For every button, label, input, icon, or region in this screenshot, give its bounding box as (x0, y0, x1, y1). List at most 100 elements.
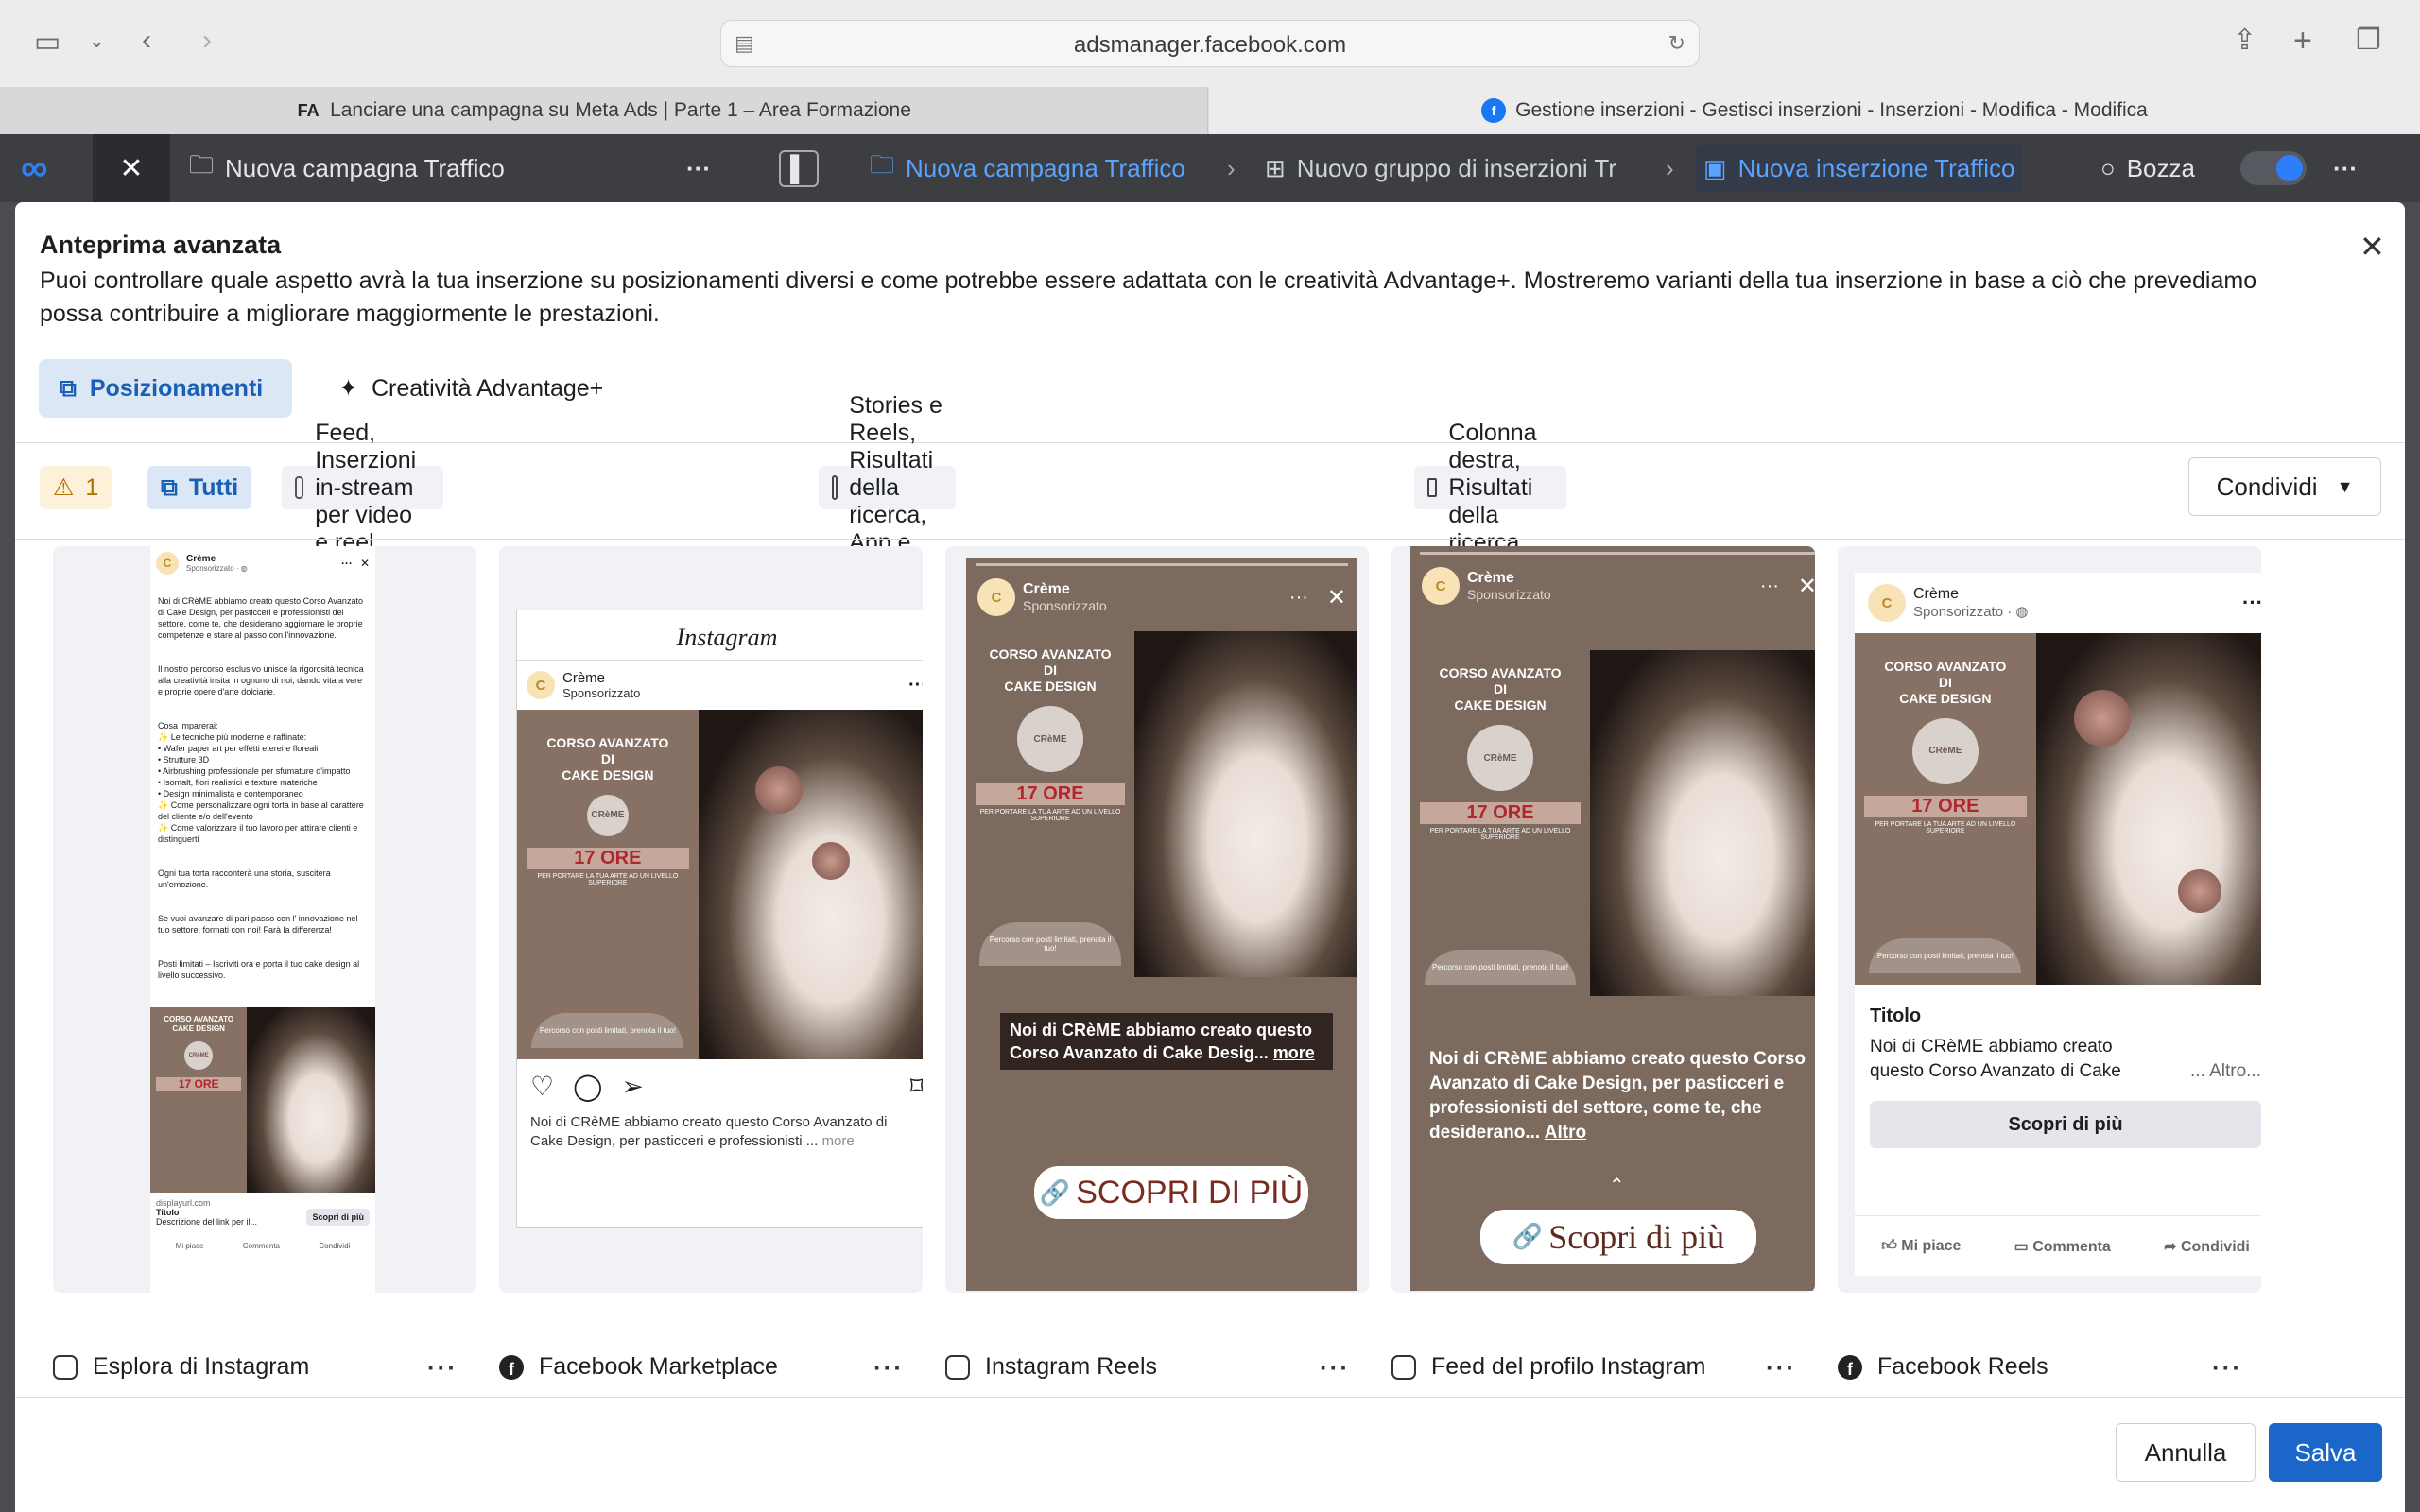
creative-hours: 17 ORE (1864, 795, 2027, 817)
comment-icon[interactable]: ◯ (573, 1071, 602, 1102)
share-button[interactable]: Condividi (319, 1242, 350, 1250)
chevron-right-icon: › (1227, 153, 1236, 182)
panel-toggle-icon[interactable]: ▌ (779, 134, 820, 202)
sparkle-icon: ✦ (338, 375, 358, 402)
more-link[interactable]: Altro (1545, 1123, 1586, 1143)
warning-filter-chip[interactable]: ⚠ 1 (40, 466, 112, 509)
campaign-name-left[interactable]: 🗀 Nuova campagna Traffico (189, 134, 505, 202)
like-label: Mi piace (1901, 1238, 1962, 1254)
more-link[interactable]: ... Altro... (2190, 1059, 2261, 1084)
tab-advantage-creative[interactable]: ✦ Creatività Advantage+ (318, 359, 624, 418)
close-icon[interactable]: ✕ (1327, 584, 1346, 611)
more-options-icon[interactable]: ··· (908, 675, 923, 696)
more-options-icon[interactable]: ··· (2242, 591, 2261, 615)
tab-placements[interactable]: ⧉ Posizionamenti (39, 359, 292, 418)
draft-circle-icon: ○ (2100, 153, 2116, 182)
tab-overview-icon[interactable]: ❐ (2356, 26, 2381, 55)
send-icon[interactable]: ➢ (621, 1071, 643, 1102)
creative-title: CORSO AVANZATO (546, 734, 669, 750)
publish-toggle[interactable] (2240, 134, 2307, 202)
breadcrumb-campaign[interactable]: 🗀 Nuova campagna Traffico (870, 134, 1185, 202)
tab-area-formazione[interactable]: FA Lanciare una campagna su Meta Ads | P… (0, 87, 1208, 134)
close-editor-button[interactable]: ✕ (93, 134, 170, 202)
more-options-icon[interactable]: ··· (1766, 1353, 1796, 1383)
new-tab-icon[interactable]: + (2293, 25, 2312, 57)
filter-all-chip[interactable]: ⧉ Tutti (147, 466, 252, 509)
more-options-icon[interactable]: ··· (2212, 1353, 2242, 1383)
creative-title: DI (1938, 674, 1952, 690)
ad-icon: ▣ (1703, 153, 1727, 182)
page-name: Crème (562, 670, 606, 686)
preview-card-instagram-reels[interactable]: C Crème Sponsorizzato ··· ✕ CORSO AVANZA… (945, 546, 1369, 1293)
address-bar[interactable]: ▤ adsmanager.facebook.com ↻ (720, 20, 1700, 67)
modal-description: Puoi controllare quale aspetto avrà la t… (40, 267, 2257, 327)
more-options-icon[interactable]: ··· (1760, 576, 1779, 597)
preview-card-instagram-explore[interactable]: C Crème Sponsorizzato · ◍ ··· ✕ Noi di C… (53, 546, 476, 1293)
forward-icon[interactable]: › (202, 26, 212, 55)
creative-title: CORSO AVANZATO (164, 1015, 234, 1023)
comment-button[interactable]: ▭ Commenta (2014, 1237, 2111, 1256)
creme-logo: CRèME (1467, 725, 1534, 791)
preview-card-instagram-profile-feed[interactable]: C Crème Sponsorizzato ··· ✕ CORSO AVANZA… (1392, 546, 1815, 1293)
placement-label-text: Feed del profilo Instagram (1431, 1353, 1706, 1380)
cta-button[interactable]: 🔗 SCOPRI DI PIÙ (1034, 1166, 1308, 1219)
tab-label: Lanciare una campagna su Meta Ads | Part… (330, 99, 911, 121)
comment-button[interactable]: Commenta (243, 1242, 280, 1250)
breadcrumb-ad[interactable]: ▣ Nuova inserzione Traffico (1696, 145, 2023, 192)
filter-stories-chip[interactable]: Stories e Reels, Risultati della ricerca… (819, 392, 956, 583)
sponsored-label: Sponsorizzato · ◍ (1913, 604, 2029, 620)
more-options-icon[interactable]: ··· (686, 134, 711, 202)
more-options-icon[interactable]: ··· (341, 557, 353, 570)
sidebar-toggle-icon[interactable]: ▭ (34, 28, 60, 57)
phone-icon (832, 475, 838, 500)
ad-creative-image: CORSO AVANZATO DI CAKE DESIGN CRèME 17 ORE… (1410, 650, 1815, 996)
tab-gestione-inserzioni[interactable]: f Gestione inserzioni - Gestisci inserzi… (1209, 87, 2420, 134)
close-icon[interactable]: ✕ (360, 557, 370, 570)
post-paragraph: Cosa imparerai: ✨ Le tecniche più modern… (158, 721, 364, 844)
cta-button[interactable]: Scopri di più (1870, 1101, 2261, 1148)
ad-creative-image: CORSO AVANZATO DI CAKE DESIGN CRèME 17 ORE… (517, 710, 923, 1059)
more-options-icon[interactable]: ··· (427, 1353, 458, 1383)
reload-icon[interactable]: ↻ (1668, 31, 1685, 56)
more-options-icon[interactable]: ··· (2333, 134, 2358, 202)
heart-icon[interactable]: ♡ (530, 1071, 554, 1102)
caption-text: Noi di CRèME abbiamo creato questo Corso… (1010, 1021, 1313, 1062)
caret-down-icon: ▼ (2336, 476, 2354, 496)
creme-logo: CRèME (1017, 706, 1083, 772)
devices-icon: ⧉ (161, 473, 178, 501)
more-options-icon[interactable]: ··· (873, 1353, 904, 1383)
more-link[interactable]: more (1273, 1043, 1315, 1062)
placement-label-profile-feed: Feed del profilo Instagram (1392, 1353, 1705, 1381)
creative-title: CAKE DESIGN (1899, 690, 1992, 706)
post-paragraph: Il nostro percorso esclusivo unisce la r… (158, 664, 364, 696)
grid-icon: ⊞ (1265, 153, 1286, 182)
preview-card-marketplace[interactable]: Instagram C Crème Sponsorizzato ··· CORS… (499, 546, 923, 1293)
close-icon: ✕ (119, 152, 144, 184)
close-icon[interactable]: ✕ (1798, 573, 1815, 600)
cta-button[interactable]: Scopri di più (306, 1209, 370, 1226)
cancel-button[interactable]: Annulla (2116, 1423, 2256, 1482)
filter-feed-chip[interactable]: Feed, Inserzioni in-stream per video e r… (282, 420, 443, 556)
close-modal-icon[interactable]: ✕ (2360, 229, 2385, 265)
avatar: C (1422, 567, 1460, 605)
breadcrumb-adset[interactable]: ⊞ Nuovo gruppo di inserzioni Tr (1265, 134, 1616, 202)
cta-button[interactable]: 🔗 Scopri di più (1480, 1210, 1756, 1264)
thumbs-up-icon: 👍︎ (1881, 1238, 1902, 1254)
filter-right-column-chip[interactable]: Colonna destra, Risultati della ricerca (1414, 420, 1567, 556)
creative-hours: 17 ORE (527, 847, 689, 869)
like-button[interactable]: 👍︎ Mi piace (1881, 1237, 1961, 1255)
share-button[interactable]: ➦ Condividi (2164, 1237, 2250, 1256)
back-icon[interactable]: ‹ (142, 26, 151, 55)
save-button[interactable]: Salva (2269, 1423, 2382, 1482)
more-link[interactable]: more (821, 1133, 854, 1149)
share-icon[interactable]: ⇪ (2233, 26, 2256, 55)
more-options-icon[interactable]: ··· (1320, 1353, 1350, 1383)
bookmark-icon[interactable]: ⌑ (910, 1071, 923, 1102)
avatar: C (1868, 584, 1906, 622)
preview-card-facebook-reels[interactable]: C Crème Sponsorizzato · ◍ ··· CORSO AVAN… (1838, 546, 2261, 1293)
like-button[interactable]: Mi piace (176, 1242, 204, 1250)
more-options-icon[interactable]: ··· (1289, 587, 1308, 609)
chevron-down-icon[interactable]: ⌄ (89, 32, 105, 51)
cta-label: Scopri di più (1548, 1218, 1725, 1256)
share-dropdown-button[interactable]: Condividi ▼ (2188, 457, 2381, 516)
